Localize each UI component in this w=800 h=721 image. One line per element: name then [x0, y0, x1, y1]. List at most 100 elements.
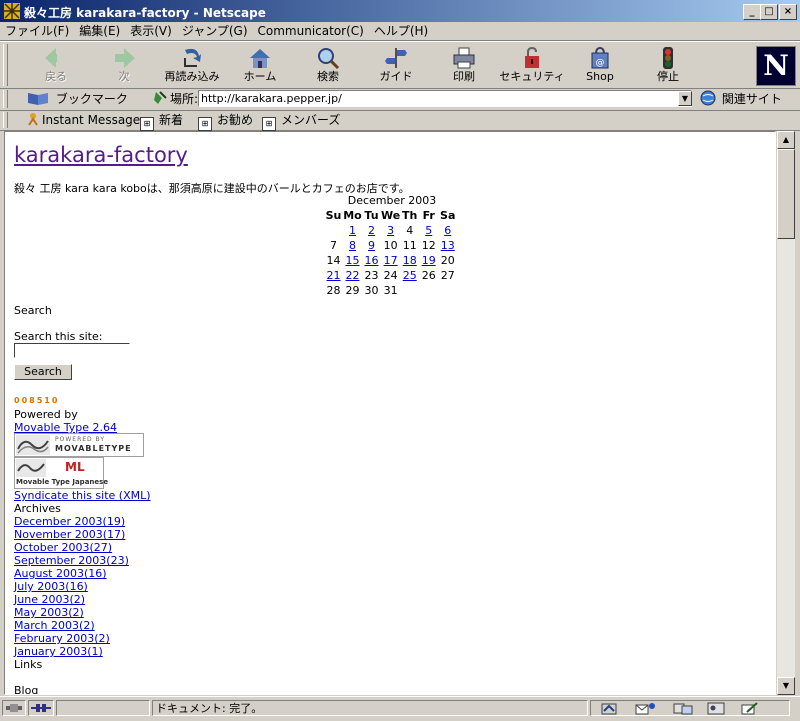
calendar-day[interactable]: 1	[343, 223, 362, 238]
location-grip[interactable]	[3, 90, 8, 108]
mail-icon[interactable]	[635, 702, 657, 715]
newsgroups-icon[interactable]	[673, 702, 693, 715]
menu-communicator[interactable]: Communicator(C)	[253, 22, 369, 40]
calendar-day-link[interactable]: 8	[349, 239, 356, 252]
calendar-day-link[interactable]: 2	[368, 224, 375, 237]
forward-button[interactable]: 次	[90, 44, 158, 86]
search-input[interactable]	[14, 343, 130, 358]
calendar-day-link[interactable]: 18	[403, 254, 417, 267]
calendar-day[interactable]: 9	[362, 238, 381, 253]
new-link[interactable]: ⊞ 新着	[140, 111, 183, 131]
calendar-day[interactable]: 2	[362, 223, 381, 238]
bookmarks-button[interactable]: ブックマーク	[26, 90, 170, 108]
calendar-day[interactable]: 3	[381, 223, 400, 238]
calendar-day-link[interactable]: 15	[346, 254, 360, 267]
instant-message-button[interactable]: Instant Message	[26, 111, 140, 129]
scroll-thumb[interactable]	[777, 149, 795, 239]
reload-button[interactable]: 再読み込み	[158, 44, 226, 86]
minimize-button[interactable]: _	[743, 4, 761, 20]
menu-file[interactable]: ファイル(F)	[0, 22, 74, 40]
calendar-day[interactable]: 5	[419, 223, 438, 238]
calendar-day[interactable]: 19	[419, 253, 438, 268]
back-button[interactable]: 戻る	[22, 44, 90, 86]
calendar-day-link[interactable]: 3	[387, 224, 394, 237]
security-status-icon[interactable]	[2, 700, 26, 716]
calendar-day[interactable]: 17	[381, 253, 400, 268]
connection-status-icon[interactable]	[28, 700, 54, 716]
calendar-day[interactable]: 18	[400, 253, 419, 268]
menu-edit[interactable]: 編集(E)	[74, 22, 125, 40]
url-input[interactable]: http://karakara.pepper.jp/	[198, 90, 692, 107]
bookmark-page-icon: ⊞	[140, 117, 154, 131]
calendar-day-link[interactable]: 25	[403, 269, 417, 282]
scroll-down-button[interactable]: ▼	[777, 677, 795, 695]
archive-link[interactable]: July 2003(16)	[14, 580, 88, 593]
calendar-day[interactable]: 16	[362, 253, 381, 268]
calendar-day-link[interactable]: 22	[346, 269, 360, 282]
security-button[interactable]: セキュリティ	[498, 44, 566, 86]
menu-help[interactable]: ヘルプ(H)	[369, 22, 433, 40]
composer-icon[interactable]	[741, 702, 759, 715]
related-sites-label: 関連サイト	[721, 92, 782, 106]
scroll-up-button[interactable]: ▲	[777, 131, 795, 149]
toolbar-grip[interactable]	[3, 44, 8, 86]
home-button[interactable]: ホーム	[226, 44, 294, 86]
calendar-day[interactable]: 6	[438, 223, 457, 238]
archive-link[interactable]: February 2003(2)	[14, 632, 110, 645]
movable-type-badge[interactable]: POWERED BY MOVABLETYPE	[14, 433, 144, 457]
archive-link[interactable]: June 2003(2)	[14, 593, 85, 606]
archive-link[interactable]: January 2003(1)	[14, 645, 103, 658]
stop-button[interactable]: 停止	[634, 44, 702, 86]
menu-go[interactable]: ジャンプ(G)	[177, 22, 253, 40]
syndicate-link[interactable]: Syndicate this site (XML)	[14, 489, 151, 502]
calendar-day: 31	[383, 284, 398, 297]
calendar-day-link[interactable]: 21	[327, 269, 341, 282]
calendar-day-link[interactable]: 17	[384, 254, 398, 267]
vertical-scrollbar[interactable]: ▲ ▼	[776, 131, 795, 695]
maximize-button[interactable]: □	[760, 4, 778, 20]
calendar: December 2003 Su Mo Tu We Th Fr Sa 1 2 3 4 5 6 7 8 9 10…	[324, 193, 460, 298]
archive-link[interactable]: October 2003(27)	[14, 541, 112, 554]
archive-link[interactable]: September 2003(23)	[14, 554, 129, 567]
archive-link[interactable]: August 2003(16)	[14, 567, 107, 580]
calendar-day[interactable]: 21	[324, 268, 343, 283]
shop-button[interactable]: @ Shop	[566, 44, 634, 86]
archive-link[interactable]: November 2003(17)	[14, 528, 125, 541]
calendar-day-link[interactable]: 1	[349, 224, 356, 237]
calendar-week: 14 15 16 17 18 19 20	[324, 253, 457, 268]
calendar-day-link[interactable]: 9	[368, 239, 375, 252]
close-button[interactable]: ×	[779, 4, 797, 20]
archive-link[interactable]: March 2003(2)	[14, 619, 95, 632]
guide-button[interactable]: ガイド	[362, 44, 430, 86]
location-page-icon[interactable]	[150, 90, 170, 106]
calendar-day-link[interactable]: 13	[441, 239, 455, 252]
print-button[interactable]: 印刷	[430, 44, 498, 86]
window-title: 殺々工房 karakara-factory - Netscape	[24, 6, 266, 20]
calendar-week: 7 8 9 10 11 12 13	[324, 238, 457, 253]
site-title-link[interactable]: karakara-factory	[14, 143, 188, 167]
related-sites-button[interactable]: 関連サイト	[700, 90, 782, 108]
recommend-link[interactable]: ⊞ お勧め	[198, 111, 253, 131]
calendar-day-link[interactable]: 6	[444, 224, 451, 237]
search-submit-button[interactable]: Search	[14, 364, 72, 380]
calendar-day	[438, 283, 457, 298]
url-dropdown-button[interactable]: ▼	[678, 91, 692, 106]
personal-grip[interactable]	[3, 112, 8, 128]
search-button[interactable]: 検索	[294, 44, 362, 86]
calendar-day-link[interactable]: 5	[425, 224, 432, 237]
calendar-day[interactable]: 15	[343, 253, 362, 268]
calendar-day[interactable]: 25	[400, 268, 419, 283]
menu-view[interactable]: 表示(V)	[125, 22, 177, 40]
archive-link[interactable]: May 2003(2)	[14, 606, 84, 619]
calendar-day-link[interactable]: 19	[422, 254, 436, 267]
movable-type-japanese-badge[interactable]: ML Movable Type Japanese	[14, 457, 108, 489]
navigator-icon[interactable]	[601, 702, 617, 715]
archive-link[interactable]: December 2003(19)	[14, 515, 125, 528]
netscape-logo[interactable]: N	[756, 46, 796, 86]
address-book-icon[interactable]	[707, 702, 725, 715]
calendar-day[interactable]: 13	[438, 238, 457, 253]
members-link[interactable]: ⊞ メンバーズ	[262, 111, 340, 131]
calendar-day[interactable]: 8	[343, 238, 362, 253]
calendar-day[interactable]: 22	[343, 268, 362, 283]
calendar-day-link[interactable]: 16	[365, 254, 379, 267]
